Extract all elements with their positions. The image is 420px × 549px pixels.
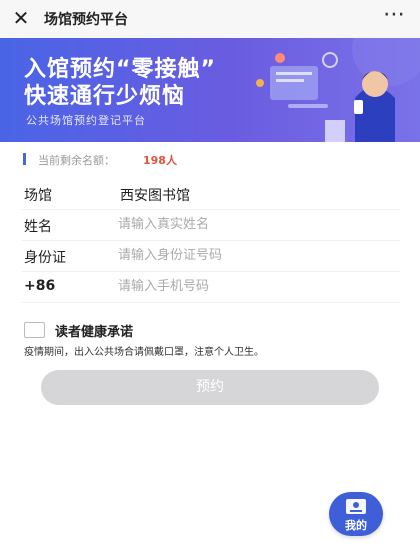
remaining-quota: 当前剩余名额： 198人: [0, 150, 420, 170]
remaining-count: 198人: [143, 154, 177, 167]
name-input[interactable]: [118, 212, 388, 236]
venue-label: 场馆: [24, 188, 52, 204]
phone-country-code: +86: [24, 278, 56, 294]
close-button[interactable]: ✕: [10, 7, 32, 29]
more-options-button[interactable]: ⋯: [383, 4, 406, 26]
venue-value: 西安图书馆: [120, 188, 190, 204]
my-account-button[interactable]: 我的: [329, 492, 383, 536]
page-title: 场馆预约平台: [44, 12, 128, 28]
my-account-label: 我的: [345, 519, 367, 532]
more-icon: ⋯: [383, 2, 406, 27]
submit-reservation-button[interactable]: 预约: [41, 370, 379, 405]
banner-subheadline: 快速通行少烦恼: [24, 84, 186, 109]
id-card-row: 身份证: [22, 241, 400, 272]
close-icon: ✕: [12, 6, 30, 30]
navigation-bar: ✕ 场馆预约平台 ⋯: [0, 0, 420, 39]
id-card-input[interactable]: [118, 243, 388, 267]
id-card-label: 身份证: [24, 250, 66, 266]
banner-illustration: [256, 38, 420, 142]
consent-title: 读者健康承诺: [55, 325, 134, 340]
promo-banner: 入馆预约“零接触” 快速通行少烦恼 公共场馆预约登记平台: [0, 38, 420, 142]
venue-row[interactable]: 场馆 西安图书馆: [22, 179, 400, 210]
phone-row: +86: [22, 272, 400, 303]
remaining-marker: [23, 153, 26, 165]
consent-checkbox[interactable]: [24, 322, 45, 338]
name-label: 姓名: [24, 219, 52, 235]
phone-input[interactable]: [118, 274, 388, 298]
remaining-label: 当前剩余名额：: [38, 154, 115, 167]
banner-subtitle: 公共场馆预约登记平台: [26, 114, 146, 127]
name-row: 姓名: [22, 210, 400, 241]
consent-note: 疫情期间，出入公共场合请佩戴口罩，注意个人卫生。: [24, 347, 264, 358]
